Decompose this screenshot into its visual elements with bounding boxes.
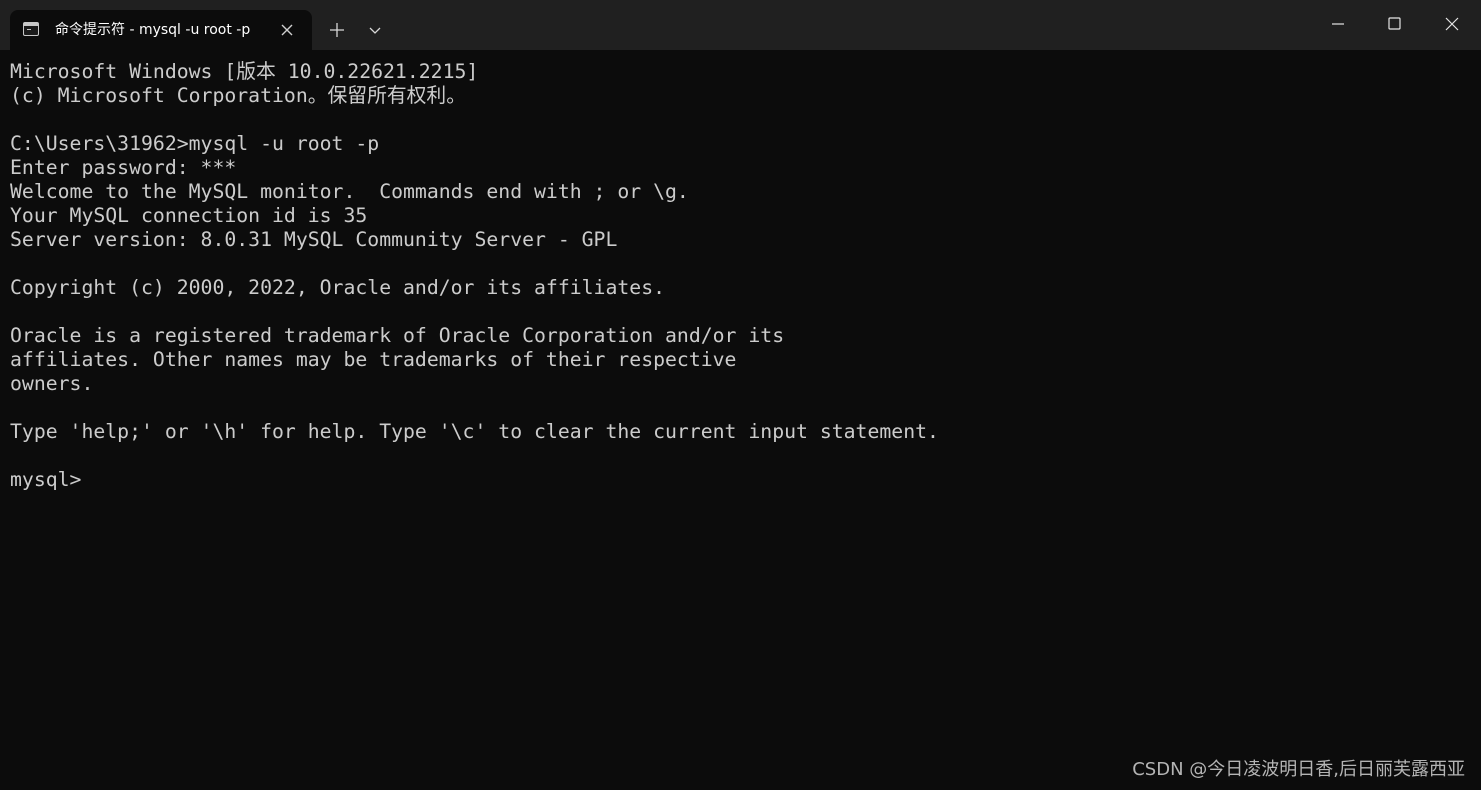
terminal-line: Type 'help;' or '\h' for help. Type '\c'… — [10, 420, 939, 443]
terminal-line: Copyright (c) 2000, 2022, Oracle and/or … — [10, 276, 666, 299]
terminal-line: Microsoft Windows [版本 10.0.22621.2215] — [10, 60, 479, 83]
watermark-text: CSDN @今日凌波明日香,后日丽芙露西亚 — [1132, 759, 1465, 780]
mysql-prompt[interactable]: mysql> — [10, 468, 81, 492]
close-icon[interactable] — [1424, 0, 1481, 50]
chevron-down-icon[interactable] — [360, 15, 390, 45]
maximize-icon[interactable] — [1366, 0, 1422, 50]
close-icon[interactable] — [275, 18, 299, 42]
title-bar[interactable]: 命令提示符 - mysql -u root -p — [0, 0, 1481, 50]
terminal-line: Oracle is a registered trademark of Orac… — [10, 324, 785, 347]
terminal-line: (c) Microsoft Corporation。保留所有权利。 — [10, 84, 466, 107]
terminal-line: Welcome to the MySQL monitor. Commands e… — [10, 180, 689, 203]
console-icon — [23, 22, 39, 36]
tab-title: 命令提示符 - mysql -u root -p — [55, 22, 251, 38]
terminal-output[interactable]: Microsoft Windows [版本 10.0.22621.2215] (… — [0, 50, 1481, 790]
terminal-line: Enter password: *** — [10, 156, 237, 179]
terminal-line: Your MySQL connection id is 35 — [10, 204, 368, 227]
terminal-line: affiliates. Other names may be trademark… — [10, 348, 737, 371]
terminal-line: Server version: 8.0.31 MySQL Community S… — [10, 228, 618, 251]
terminal-window: 命令提示符 - mysql -u root -p Microsoft Windo… — [0, 0, 1481, 790]
tab-command-prompt[interactable]: 命令提示符 - mysql -u root -p — [10, 10, 312, 50]
terminal-line: owners. — [10, 372, 94, 395]
minimize-icon[interactable] — [1310, 0, 1366, 50]
plus-icon[interactable] — [322, 15, 352, 45]
terminal-line: C:\Users\31962>mysql -u root -p — [10, 132, 380, 155]
